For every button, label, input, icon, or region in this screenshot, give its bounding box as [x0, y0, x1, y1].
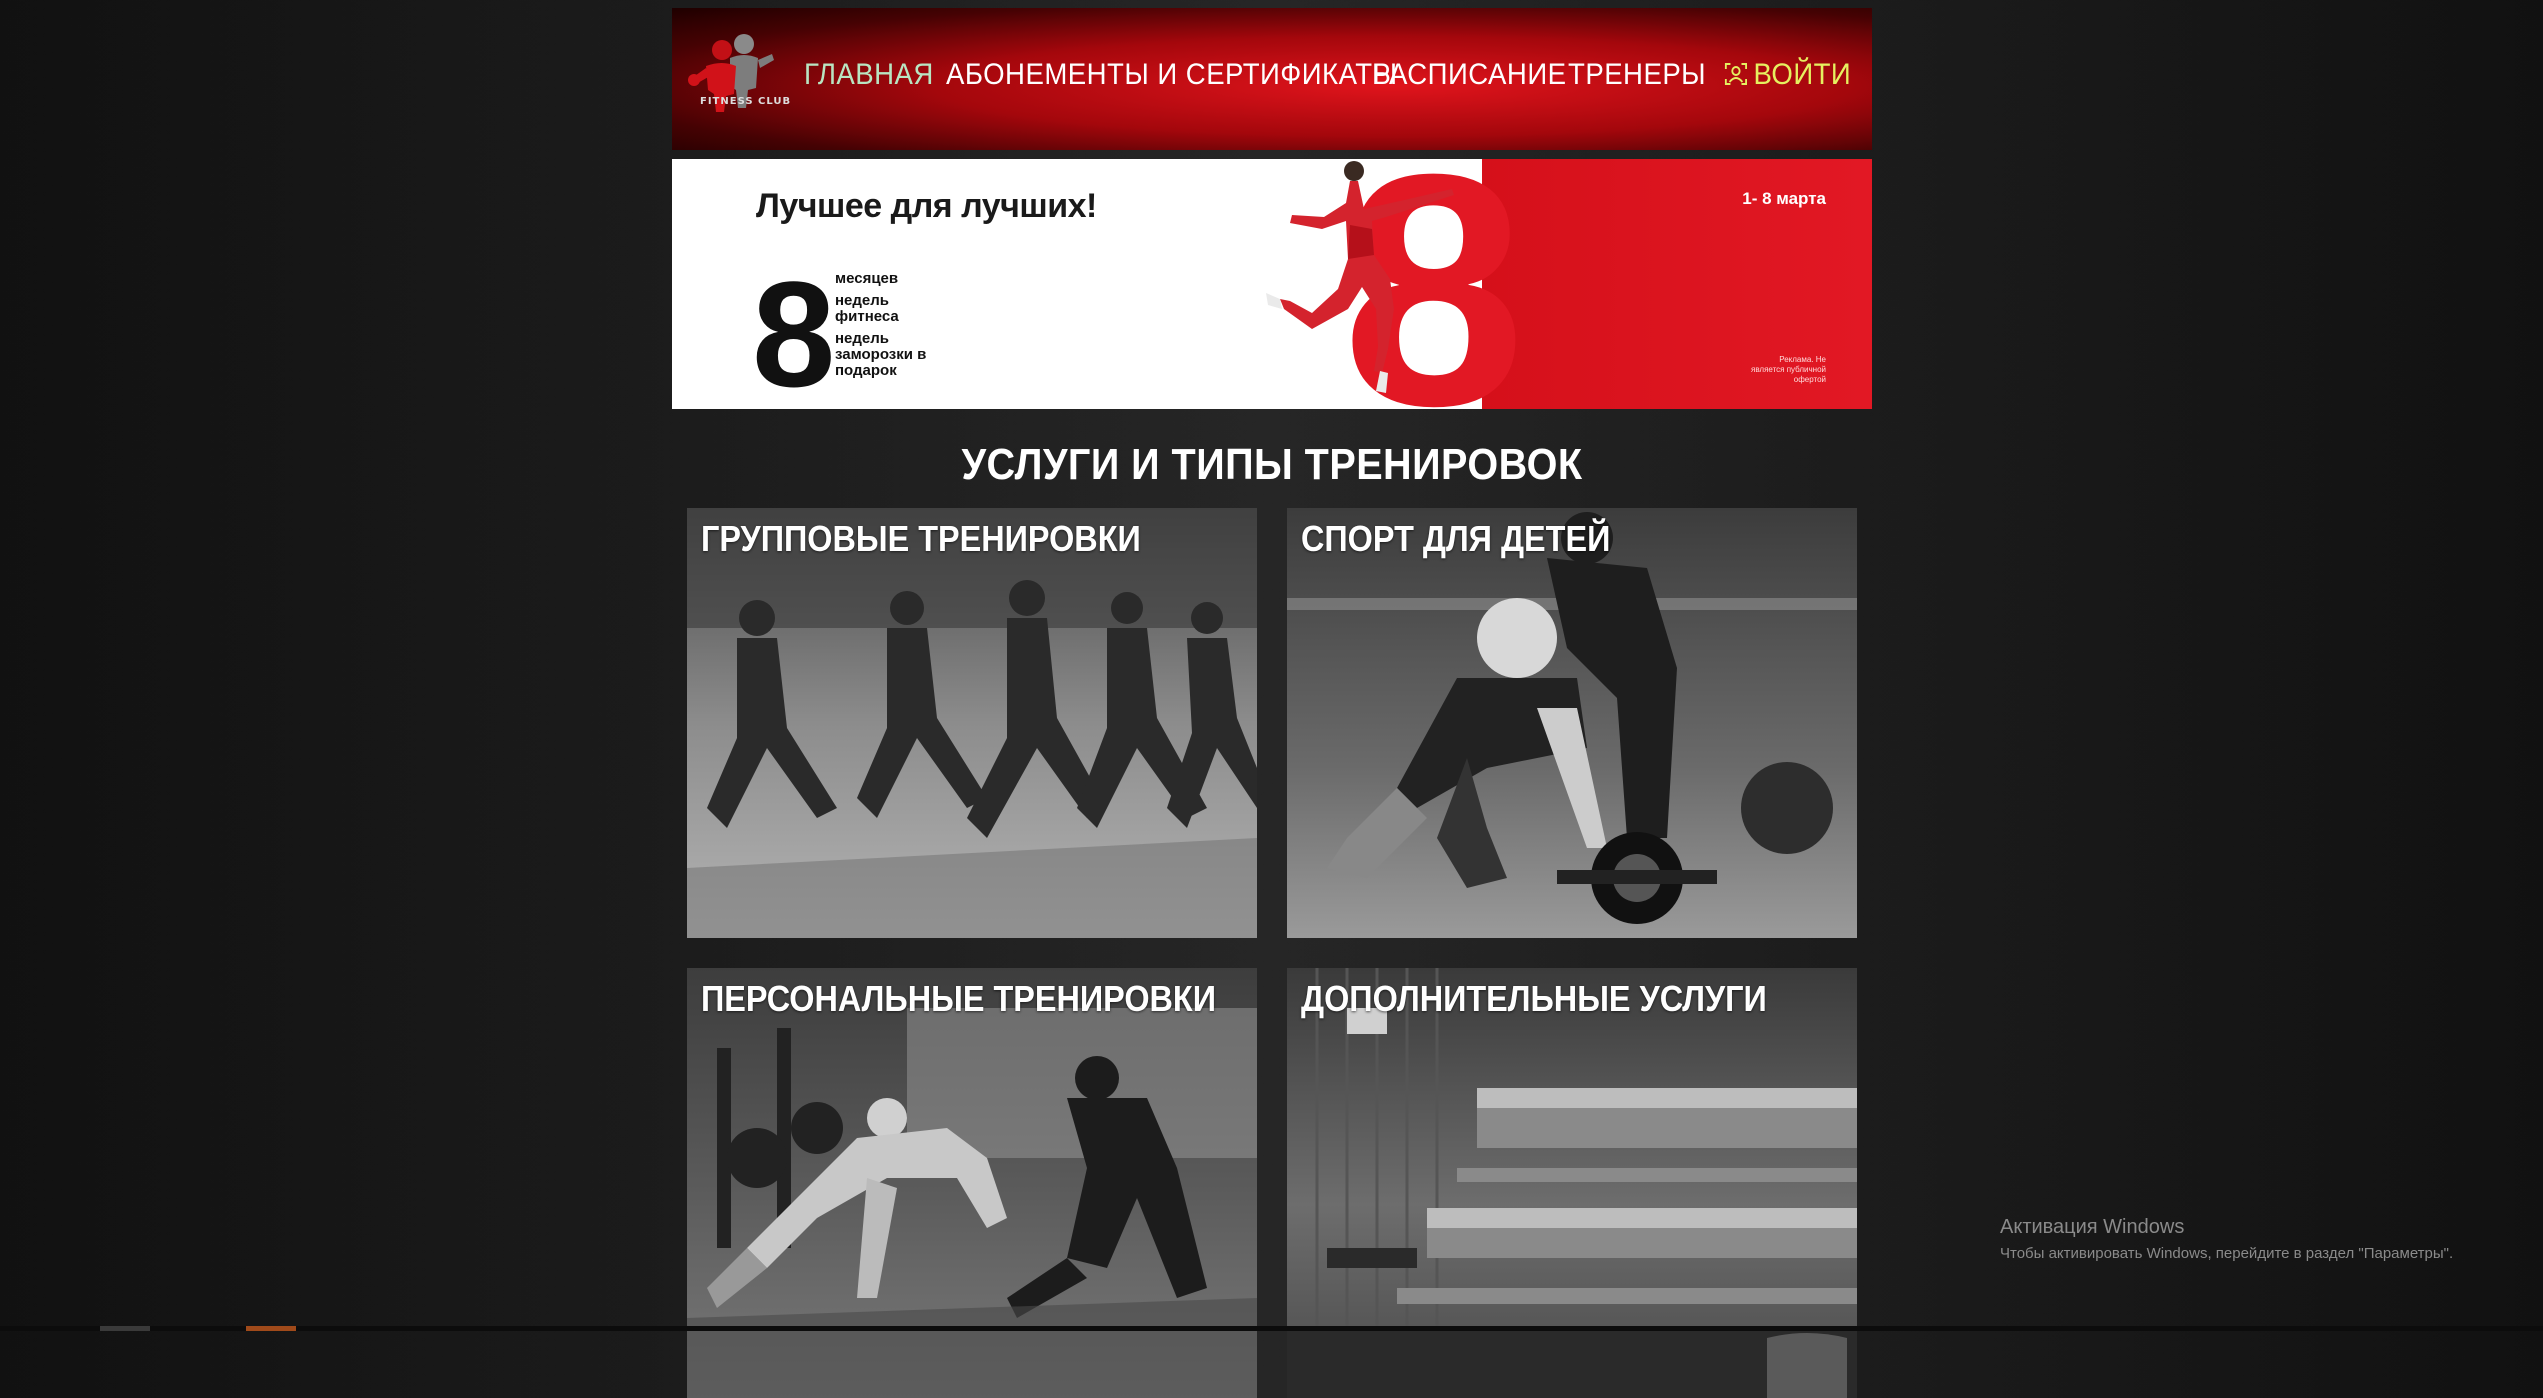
windows-activation-watermark: Активация Windows Чтобы активировать Win…: [2000, 1216, 2453, 1262]
login-icon: [1724, 61, 1748, 95]
card-kids-sport[interactable]: СПОРТ ДЛЯ ДЕТЕЙ: [1287, 508, 1857, 938]
banner-line-months: месяцев: [835, 270, 899, 287]
windows-activation-title: Активация Windows: [2000, 1216, 2185, 1238]
card-personal-training[interactable]: ПЕРСОНАЛЬНЫЕ ТРЕНИРОВКИ: [687, 968, 1257, 1398]
sauna-photo: [1287, 968, 1857, 1398]
login-button[interactable]: ВОЙТИ: [1724, 58, 1851, 95]
site-header: FITNESS CLUB ГЛАВНАЯ АБОНЕМЕНТЫ И СЕРТИФ…: [672, 8, 1872, 150]
banner-line-freeze: недель заморозки в подарок: [835, 330, 927, 379]
nav-item-home[interactable]: ГЛАВНАЯ: [804, 58, 934, 92]
banner-date: 1- 8 марта: [1742, 189, 1826, 208]
nav-item-trainers[interactable]: ТРЕНЕРЫ: [1568, 58, 1706, 92]
kids-sport-photo: [1287, 508, 1857, 938]
card-title-kids: СПОРТ ДЛЯ ДЕТЕЙ: [1301, 518, 1611, 559]
banner-offer-lines: месяцев недель фитнеса недель заморозки …: [835, 271, 945, 385]
athlete-image: [1266, 161, 1454, 393]
card-additional-services[interactable]: ДОПОЛНИТЕЛЬНЫЕ УСЛУГИ: [1287, 968, 1857, 1398]
card-title-personal: ПЕРСОНАЛЬНЫЕ ТРЕНИРОВКИ: [701, 978, 1216, 1019]
card-title-group: ГРУППОВЫЕ ТРЕНИРОВКИ: [701, 518, 1141, 559]
windows-activation-subtitle: Чтобы активировать Windows, перейдите в …: [2000, 1245, 2454, 1262]
card-title-additional: ДОПОЛНИТЕЛЬНЫЕ УСЛУГИ: [1301, 978, 1767, 1019]
group-training-photo: [687, 508, 1257, 938]
banner-legal-note: Реклама. Не является публичной офертой: [1751, 355, 1826, 384]
nav-item-schedule[interactable]: РАСПИСАНИЕ: [1372, 58, 1566, 92]
login-label: ВОЙТИ: [1753, 58, 1852, 91]
services-title: УСЛУГИ И ТИПЫ ТРЕНИРОВОК: [961, 440, 1583, 489]
promo-banner[interactable]: 8 Лучшее для лучших! 8 месяцев недель фи…: [672, 159, 1872, 409]
taskbar-edge: [0, 1326, 2543, 1331]
banner-line-weeks: недель фитнеса: [835, 292, 899, 325]
logo-text: FITNESS CLUB: [700, 96, 792, 107]
taskbar-item[interactable]: [100, 1326, 150, 1331]
card-group-training[interactable]: ГРУППОВЫЕ ТРЕНИРОВКИ: [687, 508, 1257, 938]
nav-item-memberships[interactable]: АБОНЕМЕНТЫ И СЕРТИФИКАТЫ: [946, 58, 1398, 92]
banner-title: Лучшее для лучших!: [756, 187, 1097, 225]
taskbar-item[interactable]: [246, 1326, 296, 1331]
personal-training-photo: [687, 968, 1257, 1398]
banner-number: 8: [752, 250, 836, 409]
